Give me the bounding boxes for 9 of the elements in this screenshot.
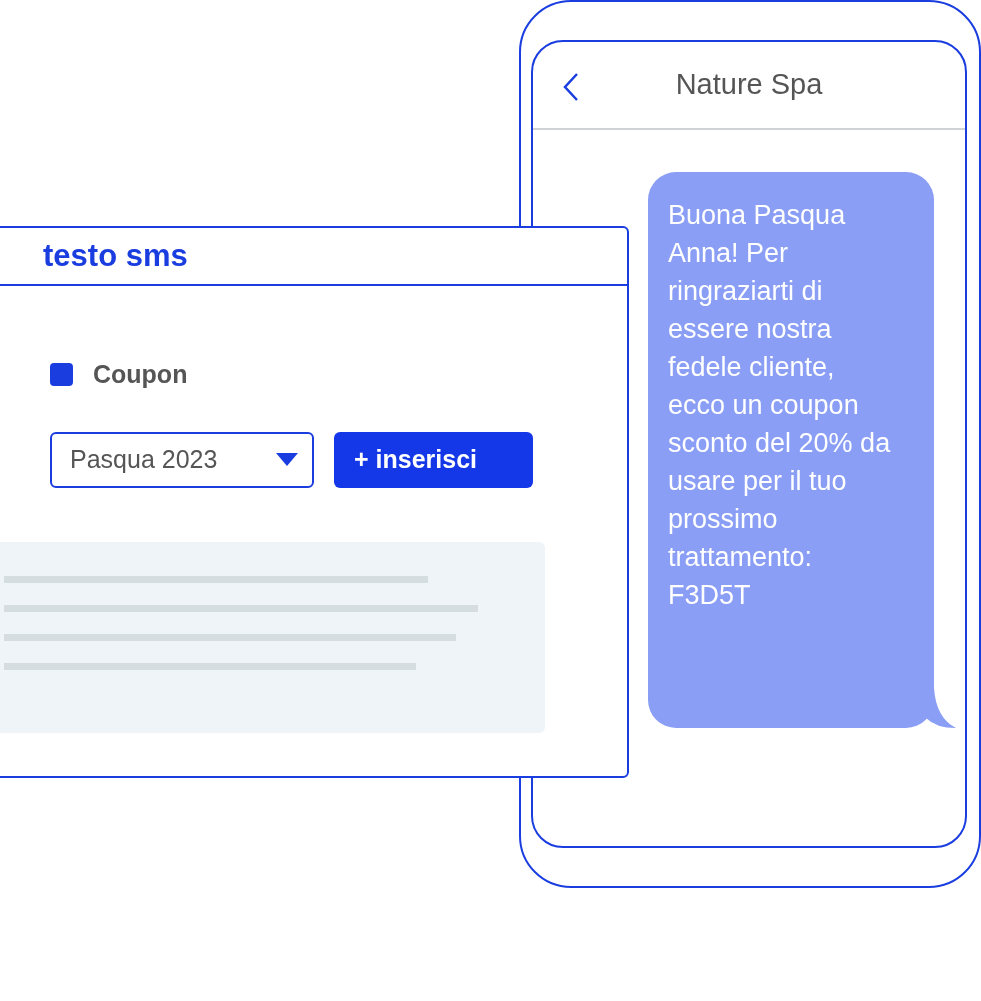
back-chevron-icon <box>563 72 579 102</box>
caret-down-icon <box>276 452 298 467</box>
message-text: Buona Pasqua Anna! Per ringraziarti di essere nostra fedele cliente, ecco un coupon sconto del 20% da usare per il tuo prossimo trattamento: F3D5T <box>668 200 891 610</box>
coupon-label: Coupon <box>93 359 188 390</box>
card-title: testo sms <box>43 236 188 275</box>
insert-button[interactable]: + inserisci <box>334 431 533 488</box>
contact-name: Nature Spa <box>675 67 823 103</box>
coupon-dropdown[interactable]: Pasqua 2023 <box>50 431 314 488</box>
coupon-checkbox[interactable] <box>50 363 73 387</box>
